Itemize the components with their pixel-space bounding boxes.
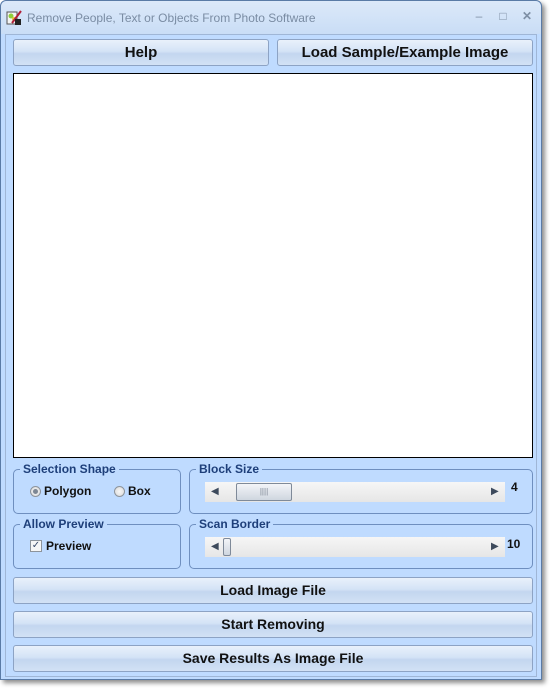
app-window: Remove People, Text or Objects From Phot… — [0, 0, 542, 680]
scan-border-value: 10 — [507, 537, 521, 551]
slider-left-arrow-icon[interactable]: ◀ — [211, 541, 219, 553]
scan-border-slider[interactable]: ◀ ▶ — [205, 537, 505, 557]
block-size-slider[interactable]: ◀ |||| ▶ — [205, 482, 505, 502]
polygon-radio[interactable] — [30, 486, 41, 497]
scan-border-label: Scan Border — [196, 517, 274, 531]
allow-preview-group: Allow Preview ✓ Preview — [13, 517, 181, 569]
preview-checkbox-label[interactable]: Preview — [46, 539, 91, 553]
scan-border-slider-thumb[interactable] — [223, 538, 231, 556]
close-button[interactable]: ✕ — [519, 9, 535, 23]
minimize-button[interactable]: – — [471, 9, 487, 23]
block-size-value: 4 — [511, 480, 518, 494]
box-radio[interactable] — [114, 486, 125, 497]
block-size-label: Block Size — [196, 462, 263, 476]
block-size-slider-thumb[interactable]: |||| — [236, 483, 292, 501]
app-paint-icon — [6, 10, 22, 25]
help-button[interactable]: Help — [13, 39, 269, 66]
box-label[interactable]: Box — [128, 484, 151, 498]
selection-shape-group: Selection Shape Polygon Box — [13, 462, 181, 514]
block-size-group: Block Size ◀ |||| ▶ 4 — [189, 462, 533, 514]
maximize-button[interactable]: □ — [495, 9, 511, 23]
preview-checkbox[interactable]: ✓ — [30, 540, 42, 552]
polygon-label[interactable]: Polygon — [44, 484, 91, 498]
load-image-file-button[interactable]: Load Image File — [13, 577, 533, 604]
selection-shape-label: Selection Shape — [20, 462, 119, 476]
slider-left-arrow-icon[interactable]: ◀ — [211, 486, 219, 498]
start-removing-button[interactable]: Start Removing — [13, 611, 533, 638]
slider-right-arrow-icon[interactable]: ▶ — [491, 486, 499, 498]
title-bar[interactable]: Remove People, Text or Objects From Phot… — [1, 1, 541, 34]
load-sample-button[interactable]: Load Sample/Example Image — [277, 39, 533, 66]
slider-right-arrow-icon[interactable]: ▶ — [491, 541, 499, 553]
image-canvas[interactable] — [13, 73, 533, 458]
window-title: Remove People, Text or Objects From Phot… — [27, 11, 316, 25]
allow-preview-label: Allow Preview — [20, 517, 107, 531]
scan-border-group: Scan Border ◀ ▶ 10 — [189, 517, 533, 569]
save-results-button[interactable]: Save Results As Image File — [13, 645, 533, 672]
